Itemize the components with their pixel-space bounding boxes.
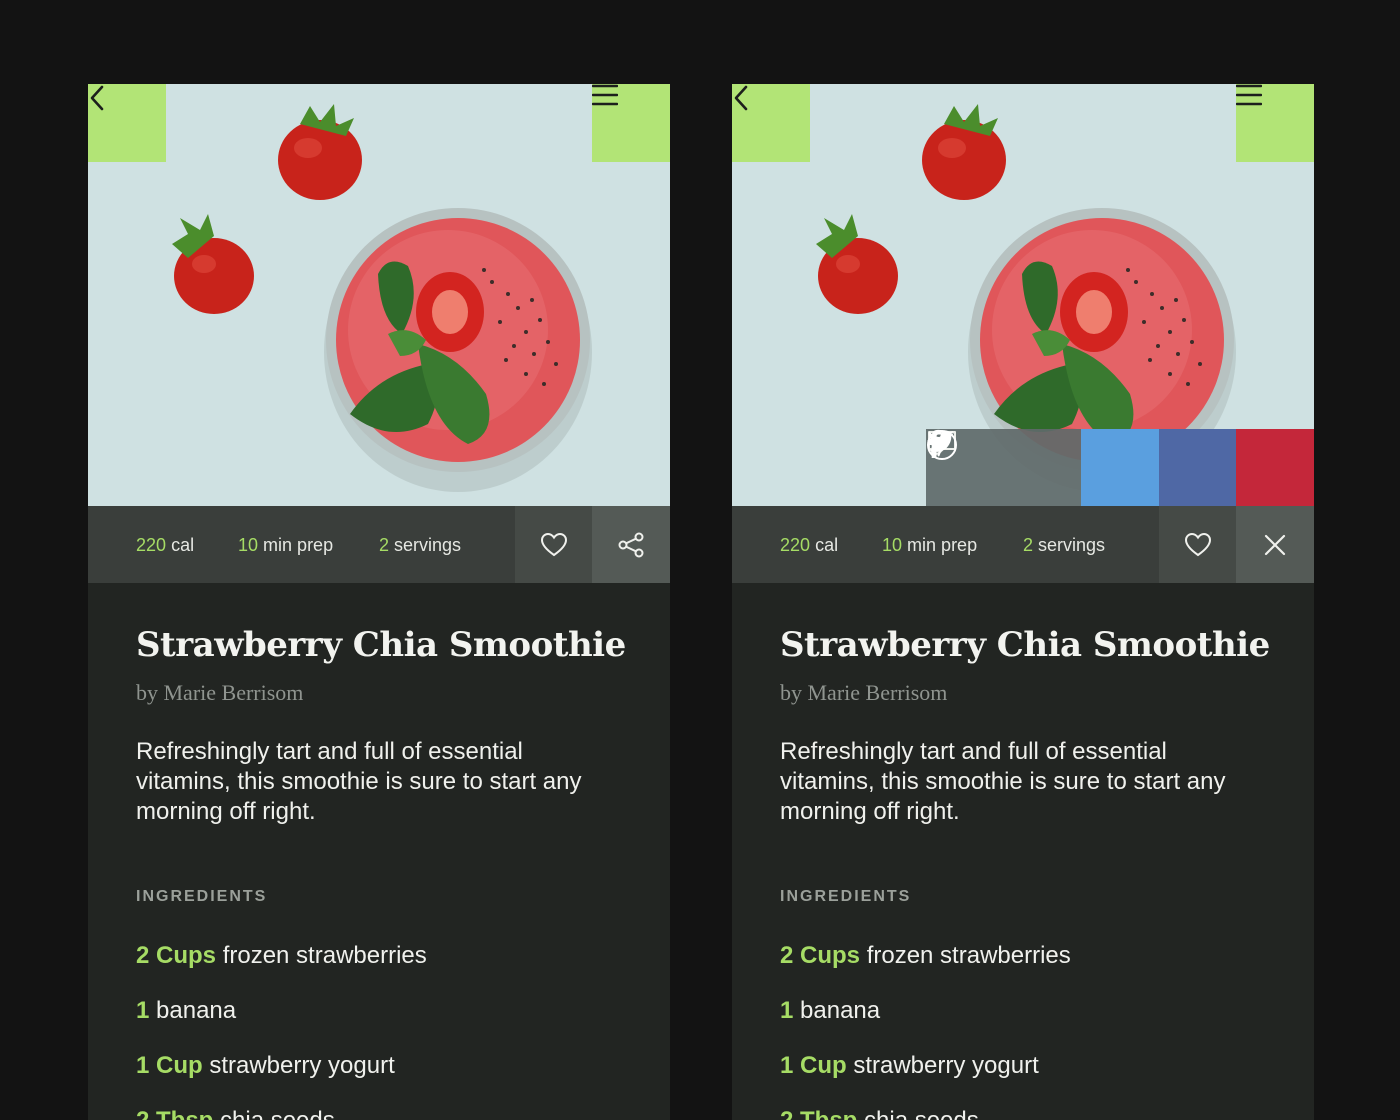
calories-stat: 220 cal <box>136 535 195 555</box>
share-icon <box>618 532 644 557</box>
ingredient-item: 2 Tbsp chia seeds <box>136 1107 335 1120</box>
ingredients-heading: INGREDIENTS <box>780 888 912 905</box>
hero-image <box>88 84 670 506</box>
ingredient-item: 1 Cup strawberry yogurt <box>136 1052 395 1079</box>
recipe-description: Refreshingly tart and full of essential … <box>780 738 1226 825</box>
recipe-description: Refreshingly tart and full of essential … <box>136 738 582 825</box>
recipe-stats-bar: 220 cal 10 min prep 2 servings <box>732 506 1314 583</box>
ingredients-heading: INGREDIENTS <box>136 888 268 905</box>
heart-icon <box>540 532 568 556</box>
recipe-author: by Marie Berrisom <box>780 680 948 705</box>
ingredient-item: 2 Cups frozen strawberries <box>780 942 1071 969</box>
back-button[interactable] <box>732 84 810 162</box>
share-facebook-button[interactable] <box>927 429 1237 506</box>
share-pinterest-button[interactable] <box>927 429 1314 506</box>
heart-icon <box>1184 532 1212 556</box>
share-twitter-button[interactable] <box>927 429 1159 506</box>
pinterest-icon <box>927 430 957 460</box>
calories-stat: 220 cal <box>780 535 839 555</box>
menu-button[interactable] <box>592 84 670 162</box>
favorite-button[interactable] <box>1159 506 1237 583</box>
recipe-screen-default: 220 cal 10 min prep 2 servings Strawberr… <box>88 84 670 1120</box>
recipe-author: by Marie Berrisom <box>136 680 304 705</box>
recipe-screen-share-open: 220 cal 10 min prep 2 servings Strawberr… <box>732 84 1314 1120</box>
hero-image <box>732 84 1314 506</box>
share-button[interactable] <box>592 506 670 583</box>
ingredient-item: 1 banana <box>780 997 881 1024</box>
recipe-stats-bar: 220 cal 10 min prep 2 servings <box>88 506 670 583</box>
recipe-title: Strawberry Chia Smoothie <box>136 625 626 665</box>
hamburger-menu-icon <box>1236 84 1262 106</box>
share-message-button[interactable] <box>928 429 1082 506</box>
prep-time-stat: 10 min prep <box>882 535 978 555</box>
recipe-title: Strawberry Chia Smoothie <box>780 625 1270 665</box>
hamburger-menu-icon <box>592 84 618 106</box>
close-icon <box>1264 534 1286 555</box>
ingredient-item: 2 Tbsp chia seeds <box>780 1107 979 1120</box>
menu-button[interactable] <box>1236 84 1314 162</box>
close-share-button[interactable] <box>1236 506 1314 583</box>
ingredient-item: 1 banana <box>136 997 237 1024</box>
favorite-button[interactable] <box>515 506 593 583</box>
servings-stat: 2 servings <box>379 535 462 555</box>
servings-stat: 2 servings <box>1023 535 1106 555</box>
ingredient-item: 1 Cup strawberry yogurt <box>780 1052 1039 1079</box>
prep-time-stat: 10 min prep <box>238 535 334 555</box>
share-options-bar <box>926 429 1314 506</box>
chevron-left-icon <box>734 85 748 111</box>
back-button[interactable] <box>88 84 166 162</box>
ingredient-item: 2 Cups frozen strawberries <box>136 942 427 969</box>
chevron-left-icon <box>90 85 104 111</box>
